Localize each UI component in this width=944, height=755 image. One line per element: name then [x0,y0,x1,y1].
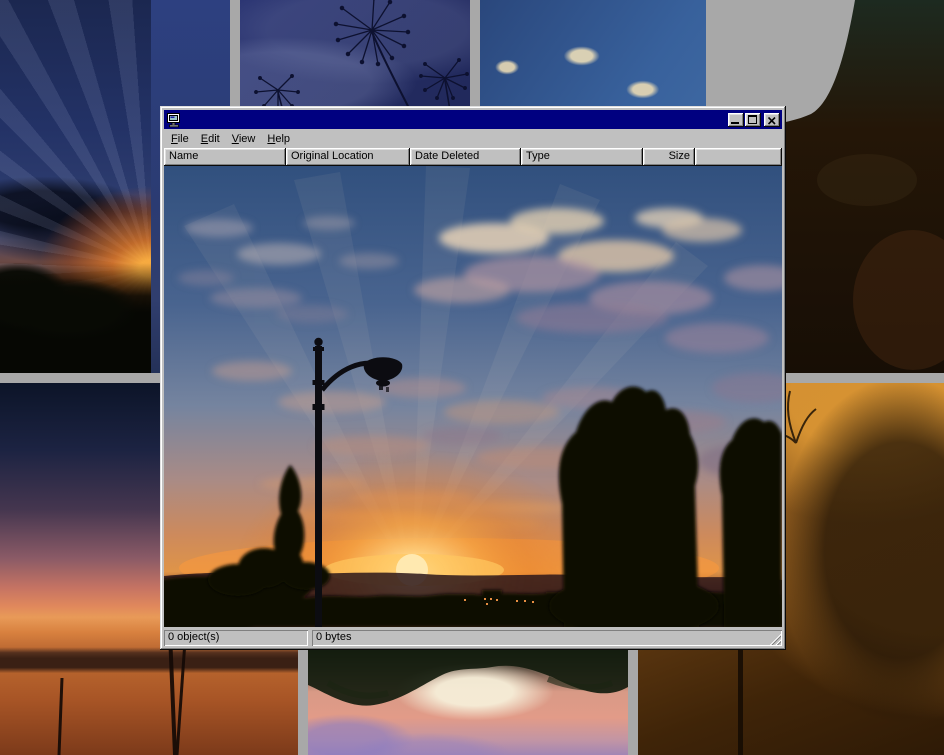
column-header-date-deleted[interactable]: Date Deleted [410,148,521,166]
maximize-icon [748,115,757,124]
menu-file[interactable]: File [165,131,195,147]
column-header-row: Name Original Location Date Deleted Type… [164,148,782,166]
list-view-client-area[interactable] [164,166,782,627]
computer-icon[interactable] [166,112,182,128]
maximize-button[interactable] [745,113,761,127]
column-header-size[interactable]: Size [643,148,695,166]
minimize-icon [731,122,739,124]
column-header-filler[interactable] [695,148,782,166]
menu-view[interactable]: View [226,131,262,147]
menu-edit[interactable]: Edit [195,131,226,147]
close-button[interactable] [764,113,780,127]
column-header-type[interactable]: Type [521,148,643,166]
close-icon [768,116,776,128]
status-bar: 0 object(s) 0 bytes [164,627,782,646]
menu-bar: File Edit View Help [164,129,782,148]
status-size: 0 bytes [312,630,782,646]
minimize-button[interactable] [728,113,744,127]
window: File Edit View Help Name Original Locati… [160,106,786,650]
sunset-lamp-photo [164,166,782,627]
tree-silhouette [0,263,151,373]
column-header-original-location[interactable]: Original Location [286,148,410,166]
desktop: { "window": { "title": "", "menu": { "it… [0,0,944,755]
menu-help[interactable]: Help [261,131,296,147]
column-header-name[interactable]: Name [164,148,286,166]
wallpaper-tile-sunray-photo [0,0,151,373]
window-titlebar[interactable] [164,110,782,129]
status-object-count: 0 object(s) [164,630,308,646]
